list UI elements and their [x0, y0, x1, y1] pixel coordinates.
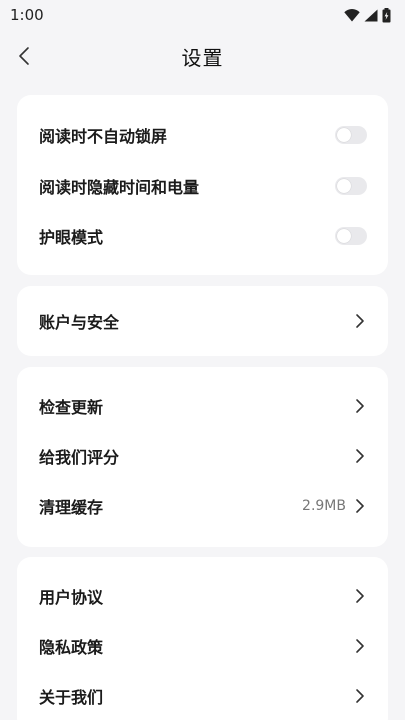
signal-icon: [364, 9, 378, 21]
cache-size-value: 2.9MB: [302, 498, 346, 514]
page-title: 设置: [181, 45, 224, 70]
toggle-knob: [337, 229, 351, 243]
setting-row-no-auto-lock: 阅读时不自动锁屏: [17, 110, 388, 160]
setting-label: 给我们评分: [39, 448, 120, 467]
chevron-right-icon: [356, 449, 364, 463]
privacy-policy-item[interactable]: 隐私政策: [17, 621, 388, 671]
setting-label: 阅读时不自动锁屏: [39, 127, 168, 146]
user-agreement-item[interactable]: 用户协议: [17, 571, 388, 621]
setting-label: 用户协议: [39, 588, 104, 607]
chevron-right-icon: [356, 689, 364, 703]
no-auto-lock-toggle[interactable]: [335, 126, 367, 144]
check-update-item[interactable]: 检查更新: [17, 381, 388, 431]
chevron-left-icon: [19, 47, 29, 65]
rate-us-item[interactable]: 给我们评分: [17, 431, 388, 481]
clear-cache-item[interactable]: 清理缓存 2.9MB: [17, 481, 388, 531]
toggle-knob: [337, 179, 351, 193]
account-security-item[interactable]: 账户与安全: [17, 296, 388, 346]
chevron-right-icon: [356, 314, 364, 328]
setting-row-eye-protection: 护眼模式: [17, 211, 388, 261]
eye-protection-toggle[interactable]: [335, 227, 367, 245]
wifi-icon: [344, 8, 360, 21]
status-time: 1:00: [10, 6, 44, 24]
about-card: 用户协议 隐私政策 关于我们: [17, 557, 388, 720]
app-card: 检查更新 给我们评分 清理缓存 2.9MB: [17, 367, 388, 547]
account-card: 账户与安全: [17, 286, 388, 356]
about-us-item[interactable]: 关于我们: [17, 671, 388, 720]
chevron-right-icon: [356, 399, 364, 413]
setting-label: 隐私政策: [39, 638, 104, 657]
battery-icon: [382, 7, 391, 22]
header: 设置: [0, 30, 405, 82]
status-icons: [344, 7, 391, 23]
display-settings-card: 阅读时不自动锁屏 阅读时隐藏时间和电量 护眼模式: [17, 95, 388, 275]
chevron-right-icon: [356, 639, 364, 653]
hide-time-battery-toggle[interactable]: [335, 177, 367, 195]
chevron-right-icon: [356, 589, 364, 603]
setting-label: 护眼模式: [39, 228, 104, 247]
status-bar: 1:00: [0, 0, 405, 30]
setting-label: 关于我们: [39, 688, 104, 707]
setting-label: 阅读时隐藏时间和电量: [39, 178, 200, 197]
chevron-right-icon: [356, 499, 364, 513]
setting-row-hide-time-battery: 阅读时隐藏时间和电量: [17, 161, 388, 211]
setting-label: 账户与安全: [39, 313, 120, 332]
toggle-knob: [337, 128, 351, 142]
setting-label: 检查更新: [39, 398, 104, 417]
back-button[interactable]: [6, 38, 42, 74]
setting-label: 清理缓存: [39, 498, 104, 517]
